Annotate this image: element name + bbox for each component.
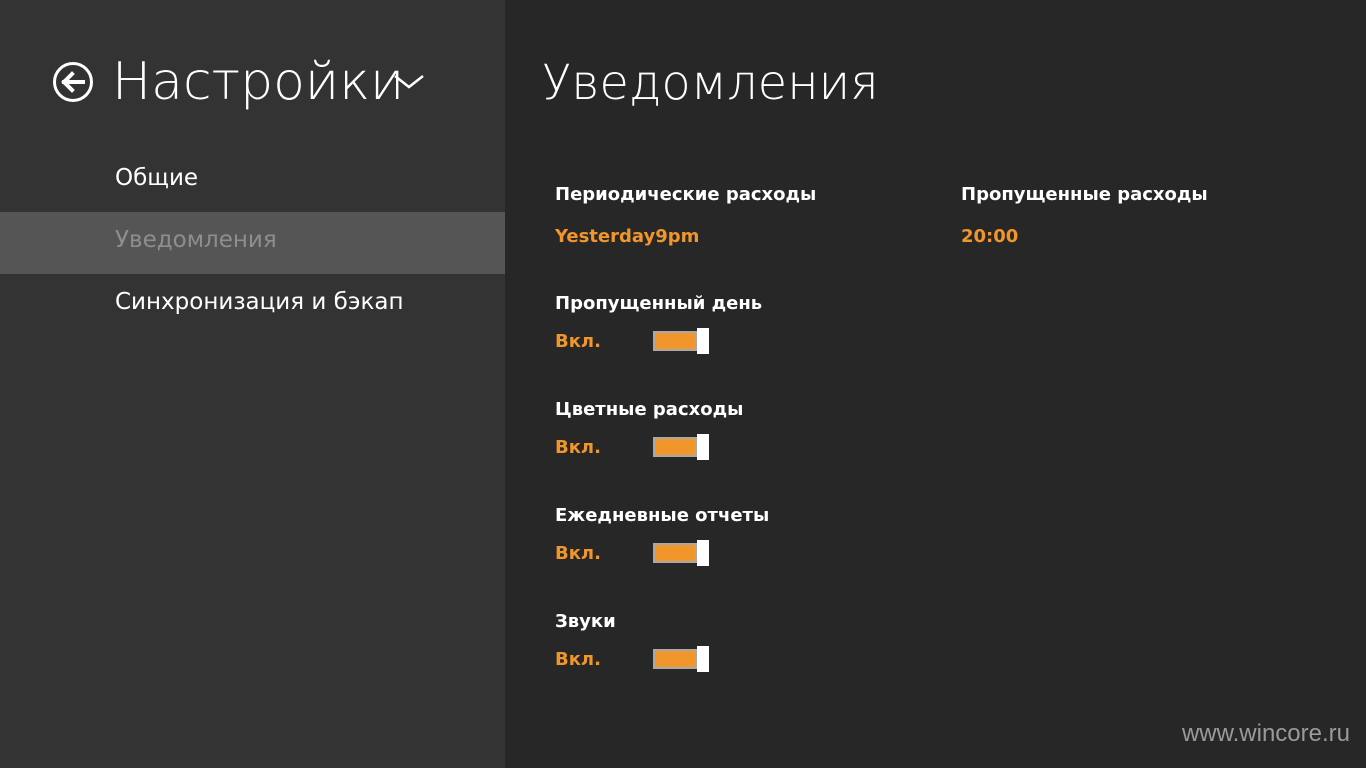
- toggle-track: [653, 331, 697, 351]
- toggle-thumb[interactable]: [697, 328, 709, 354]
- toggle-track: [653, 649, 697, 669]
- missed-day-state: Вкл.: [555, 331, 601, 352]
- daily-reports-state: Вкл.: [555, 543, 601, 564]
- nav-item-notifications[interactable]: Уведомления: [0, 212, 505, 274]
- sounds-toggle[interactable]: [653, 646, 709, 672]
- chevron-down-icon: [394, 75, 424, 89]
- sounds-state: Вкл.: [555, 649, 601, 670]
- periodic-expenses-time-link[interactable]: Yesterday9pm: [555, 226, 699, 247]
- colored-expenses-toggle[interactable]: [653, 434, 709, 460]
- settings-sidebar: Настройки Общие Уведомления Синхронизаци…: [0, 0, 505, 768]
- toggle-thumb[interactable]: [697, 646, 709, 672]
- nav-item-sync-backup[interactable]: Синхронизация и бэкап: [0, 274, 505, 336]
- sounds-label: Звуки: [555, 611, 616, 632]
- daily-reports-toggle[interactable]: [653, 540, 709, 566]
- periodic-expenses-label: Периодические расходы: [555, 184, 817, 205]
- colored-expenses-state: Вкл.: [555, 437, 601, 458]
- page-title: Уведомления: [542, 55, 879, 111]
- daily-reports-label: Ежедневные отчеты: [555, 505, 770, 526]
- nav-item-label: Уведомления: [115, 227, 277, 253]
- nav-item-label: Общие: [115, 165, 199, 191]
- toggle-track: [653, 437, 697, 457]
- back-button[interactable]: [52, 61, 94, 103]
- nav-item-label: Синхронизация и бэкап: [115, 289, 404, 315]
- title-dropdown-button[interactable]: [392, 70, 426, 92]
- missed-day-label: Пропущенный день: [555, 293, 763, 314]
- missed-expenses-label: Пропущенные расходы: [961, 184, 1208, 205]
- missed-expenses-time-link[interactable]: 20:00: [961, 226, 1018, 247]
- missed-day-toggle[interactable]: [653, 328, 709, 354]
- back-arrow-circle-icon: [53, 62, 93, 102]
- toggle-thumb[interactable]: [697, 434, 709, 460]
- settings-title[interactable]: Настройки: [112, 48, 404, 116]
- toggle-thumb[interactable]: [697, 540, 709, 566]
- toggle-track: [653, 543, 697, 563]
- colored-expenses-label: Цветные расходы: [555, 399, 744, 420]
- watermark: www.wincore.ru: [1181, 720, 1350, 747]
- nav-item-general[interactable]: Общие: [0, 150, 505, 212]
